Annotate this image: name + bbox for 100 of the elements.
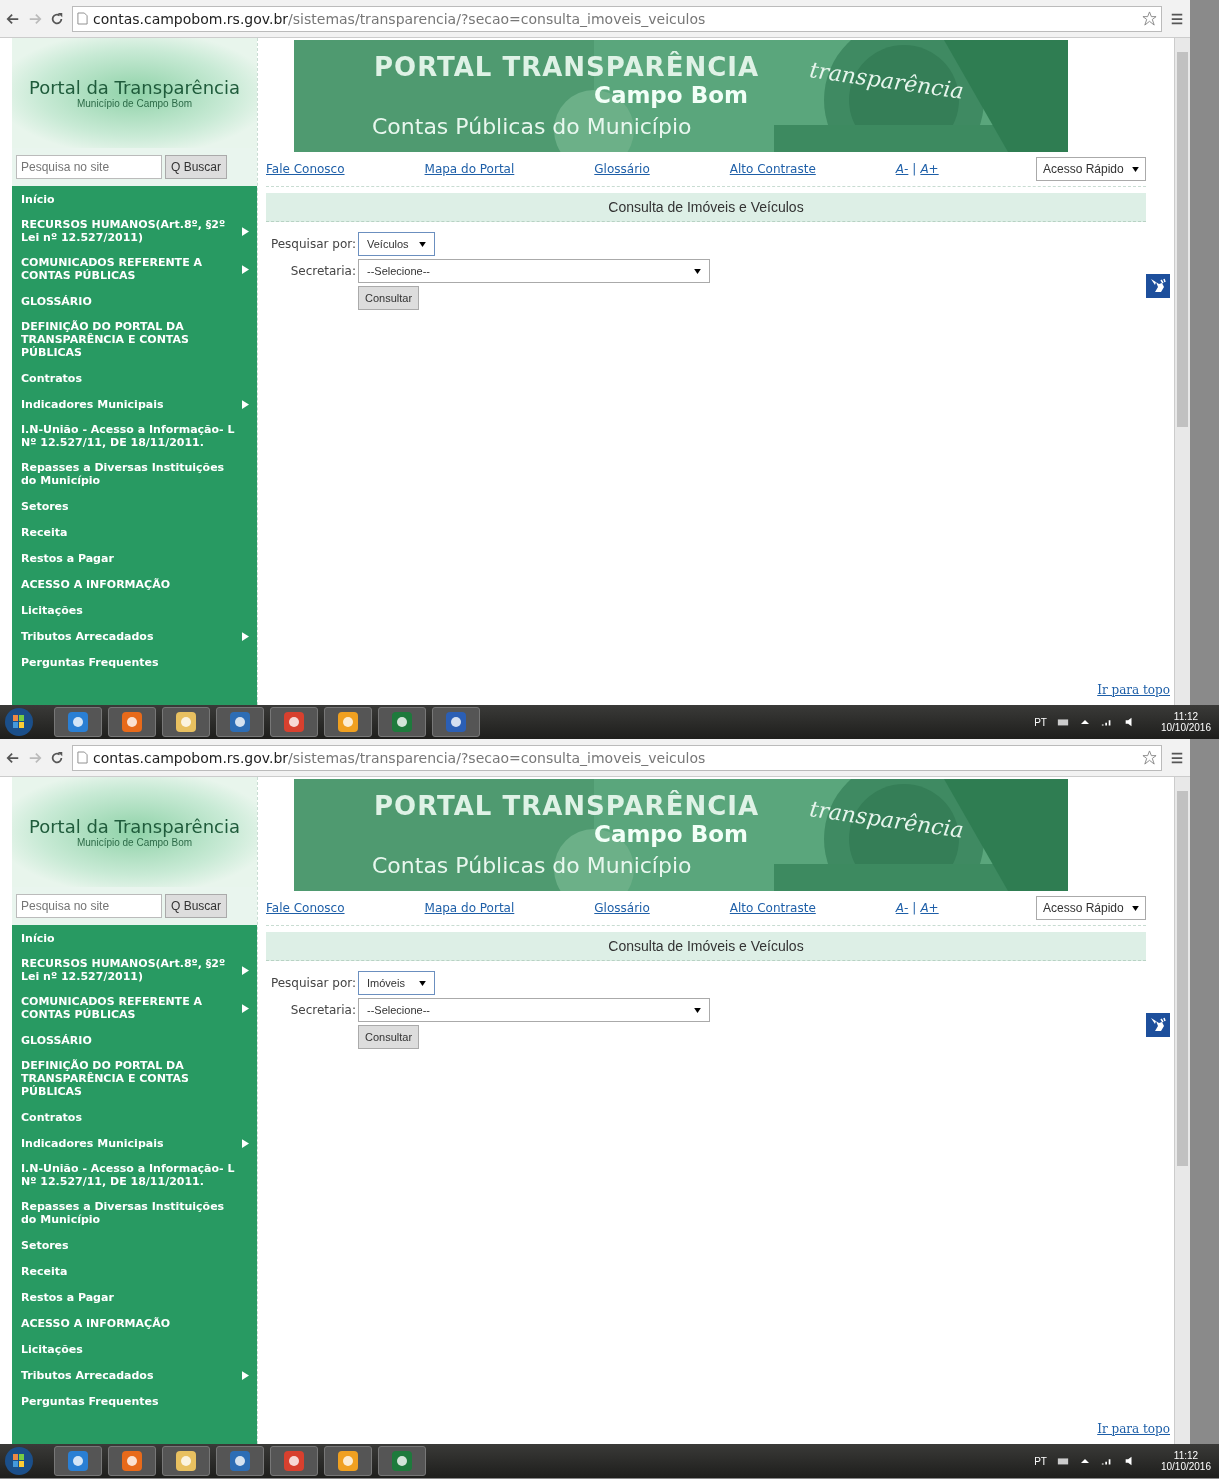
submit-button[interactable]: Consultar [358, 1025, 420, 1049]
menu-item[interactable]: Restos a Pagar [12, 1284, 257, 1310]
address-bar[interactable]: contas.campobom.rs.gov.br/sistemas/transparencia/?secao=consulta_imoveis_veiculos [72, 5, 1162, 32]
start-button[interactable] [4, 707, 34, 737]
menu-item[interactable]: Contratos [12, 1104, 257, 1130]
clock-time[interactable]: 11:12 [1173, 1450, 1199, 1461]
taskbar-app-icon[interactable] [324, 1446, 372, 1476]
nav-link[interactable]: Alto Contraste [729, 901, 816, 915]
search-button[interactable]: Q Buscar [165, 155, 227, 179]
font-size-link[interactable]: A- [895, 901, 909, 915]
reload-icon[interactable] [50, 11, 64, 26]
menu-item[interactable]: Início [12, 186, 257, 212]
taskbar-app-icon[interactable] [54, 1446, 102, 1476]
taskbar-app-icon[interactable] [324, 707, 372, 737]
site-title[interactable]: Portal da Transparência [28, 77, 241, 98]
menu-item[interactable]: Repasses a Diversas Instituições do Município [12, 1194, 257, 1232]
language-indicator[interactable]: PT [1034, 1455, 1047, 1467]
scrollbar[interactable] [1174, 777, 1190, 1444]
submit-button[interactable]: Consultar [358, 286, 420, 310]
nav-link[interactable]: Glossário [594, 162, 650, 176]
menu-item[interactable]: I.N-União - Acesso a Informação- L Nº 12.527/11, DE 18/11/2011. [12, 1156, 257, 1194]
menu-item[interactable]: Receita [12, 519, 257, 545]
nav-link[interactable]: Glossário [594, 901, 650, 915]
font-size-link[interactable]: A- [895, 162, 909, 176]
taskbar-app-icon[interactable] [216, 1446, 264, 1476]
menu-item[interactable]: Perguntas Frequentes [12, 649, 257, 675]
taskbar-app-icon[interactable] [432, 707, 480, 737]
menu-item[interactable]: RECURSOS HUMANOS(Art.8º, §2º Lei nº 12.527/2011) [12, 212, 257, 250]
taskbar-app-icon[interactable] [108, 707, 156, 737]
keyboard-icon[interactable] [1056, 1456, 1069, 1466]
menu-item[interactable]: ACESSO A INFORMAÇÃO [12, 571, 257, 597]
menu-item[interactable]: COMUNICADOS REFERENTE A CONTAS PÚBLICAS [12, 989, 257, 1027]
taskbar-app-icon[interactable] [108, 1446, 156, 1476]
menu-item[interactable]: ACESSO A INFORMAÇÃO [12, 1310, 257, 1336]
nav-link[interactable]: Alto Contraste [729, 162, 816, 176]
star-icon[interactable] [1142, 750, 1157, 765]
menu-item[interactable]: I.N-União - Acesso a Informação- L Nº 12.527/11, DE 18/11/2011. [12, 417, 257, 455]
font-size-link[interactable]: A+ [920, 901, 939, 915]
reload-icon[interactable] [50, 750, 64, 765]
taskbar-app-icon[interactable] [54, 707, 102, 737]
search-field[interactable]: Pesquisa no site [16, 155, 162, 179]
address-bar[interactable]: contas.campobom.rs.gov.br/sistemas/transparencia/?secao=consulta_imoveis_veiculos [72, 744, 1162, 771]
site-title[interactable]: Portal da Transparência [28, 816, 241, 837]
font-size-link[interactable]: A+ [920, 162, 939, 176]
menu-item[interactable]: Licitações [12, 597, 257, 623]
scrollbar[interactable] [1174, 38, 1190, 705]
menu-item[interactable]: Repasses a Diversas Instituições do Município [12, 455, 257, 493]
sign-language-icon[interactable] [1146, 274, 1170, 298]
menu-item[interactable]: GLOSSÁRIO [12, 1027, 257, 1053]
search-button[interactable]: Q Buscar [165, 894, 227, 918]
menu-item[interactable]: Contratos [12, 365, 257, 391]
taskbar-app-icon[interactable] [378, 1446, 426, 1476]
menu-icon[interactable] [1170, 11, 1184, 26]
menu-item[interactable]: COMUNICADOS REFERENTE A CONTAS PÚBLICAS [12, 250, 257, 288]
menu-item[interactable]: Indicadores Municipais [12, 1130, 257, 1156]
menu-item[interactable]: Receita [12, 1258, 257, 1284]
menu-icon[interactable] [1170, 750, 1184, 765]
search-by-select[interactable]: Imóveis [358, 971, 435, 995]
start-button[interactable] [4, 1446, 34, 1476]
nav-link[interactable]: Fale Conosco [266, 162, 345, 176]
back-icon[interactable] [6, 750, 20, 765]
menu-item[interactable]: Indicadores Municipais [12, 391, 257, 417]
menu-item[interactable]: Setores [12, 1232, 257, 1258]
taskbar-app-icon[interactable] [378, 707, 426, 737]
page-heading: Consulta de Imóveis e Veículos [266, 193, 1146, 222]
clock-date[interactable]: 10/10/2016 [1160, 1461, 1211, 1472]
menu-item[interactable]: DEFINIÇÃO DO PORTAL DA TRANSPARÊNCIA E CONTAS PÚBLICAS [12, 1053, 257, 1104]
menu-item[interactable]: GLOSSÁRIO [12, 288, 257, 314]
quick-access-select[interactable]: Acesso Rápido [1036, 896, 1146, 920]
nav-link[interactable]: Mapa do Portal [424, 901, 515, 915]
language-indicator[interactable]: PT [1034, 716, 1047, 728]
taskbar-app-icon[interactable] [270, 707, 318, 737]
menu-item[interactable]: Licitações [12, 1336, 257, 1362]
back-to-top-link[interactable]: Ir para topo [1097, 683, 1170, 697]
menu-item[interactable]: Início [12, 925, 257, 951]
department-select[interactable]: --Selecione-- [358, 259, 710, 283]
taskbar-app-icon[interactable] [216, 707, 264, 737]
clock-time[interactable]: 11:12 [1173, 711, 1199, 722]
taskbar-app-icon[interactable] [270, 1446, 318, 1476]
menu-item[interactable]: DEFINIÇÃO DO PORTAL DA TRANSPARÊNCIA E CONTAS PÚBLICAS [12, 314, 257, 365]
menu-item[interactable]: Perguntas Frequentes [12, 1388, 257, 1414]
nav-link[interactable]: Fale Conosco [266, 901, 345, 915]
menu-item[interactable]: Tributos Arrecadados [12, 1362, 257, 1388]
menu-item[interactable]: Setores [12, 493, 257, 519]
taskbar-app-icon[interactable] [162, 707, 210, 737]
search-by-select[interactable]: Veículos [358, 232, 435, 256]
department-select[interactable]: --Selecione-- [358, 998, 710, 1022]
menu-item[interactable]: Tributos Arrecadados [12, 623, 257, 649]
menu-item[interactable]: RECURSOS HUMANOS(Art.8º, §2º Lei nº 12.527/2011) [12, 951, 257, 989]
back-icon[interactable] [6, 11, 20, 26]
nav-link[interactable]: Mapa do Portal [424, 162, 515, 176]
star-icon[interactable] [1142, 11, 1157, 26]
keyboard-icon[interactable] [1056, 717, 1069, 727]
clock-date[interactable]: 10/10/2016 [1160, 722, 1211, 733]
back-to-top-link[interactable]: Ir para topo [1097, 1422, 1170, 1436]
taskbar-app-icon[interactable] [162, 1446, 210, 1476]
menu-item[interactable]: Restos a Pagar [12, 545, 257, 571]
search-field[interactable]: Pesquisa no site [16, 894, 162, 918]
quick-access-select[interactable]: Acesso Rápido [1036, 157, 1146, 181]
sign-language-icon[interactable] [1146, 1013, 1170, 1037]
